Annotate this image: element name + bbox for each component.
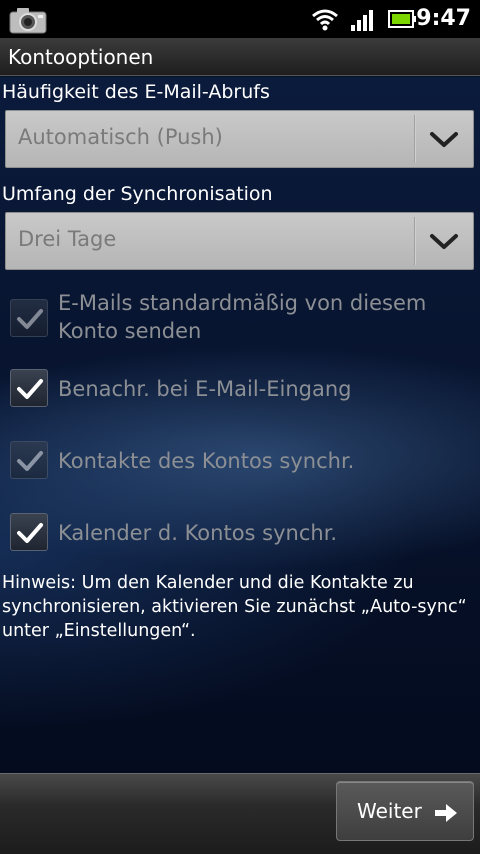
wifi-icon [312, 9, 338, 31]
sync-range-dropdown[interactable]: Drei Tage [5, 212, 474, 270]
next-button-label: Weiter [357, 799, 422, 823]
checkmark-icon [17, 451, 43, 471]
checkmark-icon [17, 309, 43, 329]
send-from-account-default-line2: Konto senden [58, 319, 202, 343]
account-options-form: Häufigkeit des E-Mail-Abrufs Automatisch… [0, 77, 480, 773]
fetch-frequency-value: Automatisch (Push) [18, 125, 223, 149]
checkmark-icon [17, 523, 43, 543]
signal-icon [351, 10, 373, 31]
send-from-account-default-checkbox[interactable] [10, 299, 48, 337]
sync-range-label: Umfang der Synchronisation [2, 183, 273, 205]
sync-hint-text: Hinweis: Um den Kalender und die Kontakt… [2, 573, 467, 641]
fetch-frequency-dropdown[interactable]: Automatisch (Push) [5, 110, 474, 168]
sync-range-value: Drei Tage [18, 227, 117, 251]
new-mail-notification-checkbox[interactable] [10, 369, 48, 407]
chevron-down-icon [430, 132, 458, 147]
clock-text: 9:47 [416, 6, 471, 31]
bottom-action-bar: Weiter [0, 773, 480, 854]
sync-calendar-row[interactable]: Kalender d. Kontos synchr. [0, 511, 480, 555]
send-from-account-default-row[interactable]: E-Mails standardmäßig von diesem Konto s… [0, 287, 480, 347]
next-button[interactable]: Weiter [336, 781, 474, 841]
camera-icon [9, 8, 47, 34]
new-mail-notification-row[interactable]: Benachr. bei E-Mail-Eingang [0, 367, 480, 411]
status-bar: 9:47 [0, 0, 480, 38]
new-mail-notification-label: Benachr. bei E-Mail-Eingang [58, 377, 352, 401]
battery-icon [388, 10, 416, 28]
fetch-frequency-label: Häufigkeit des E-Mail-Abrufs [2, 81, 270, 103]
page-title: Kontooptionen [8, 45, 154, 69]
sync-contacts-row[interactable]: Kontakte des Kontos synchr. [0, 439, 480, 483]
title-bar: Kontooptionen [0, 38, 480, 76]
send-from-account-default-line1: E-Mails standardmäßig von diesem [58, 291, 427, 315]
sync-contacts-checkbox[interactable] [10, 441, 48, 479]
sync-contacts-label: Kontakte des Kontos synchr. [58, 449, 355, 473]
sync-calendar-checkbox[interactable] [10, 513, 48, 551]
send-from-account-default-label: E-Mails standardmäßig von diesem Konto s… [58, 289, 426, 345]
arrow-right-icon [435, 804, 457, 822]
dropdown-divider [414, 217, 416, 265]
checkmark-icon [17, 379, 43, 399]
dropdown-divider [414, 115, 416, 163]
sync-calendar-label: Kalender d. Kontos synchr. [58, 521, 338, 545]
chevron-down-icon [430, 234, 458, 249]
